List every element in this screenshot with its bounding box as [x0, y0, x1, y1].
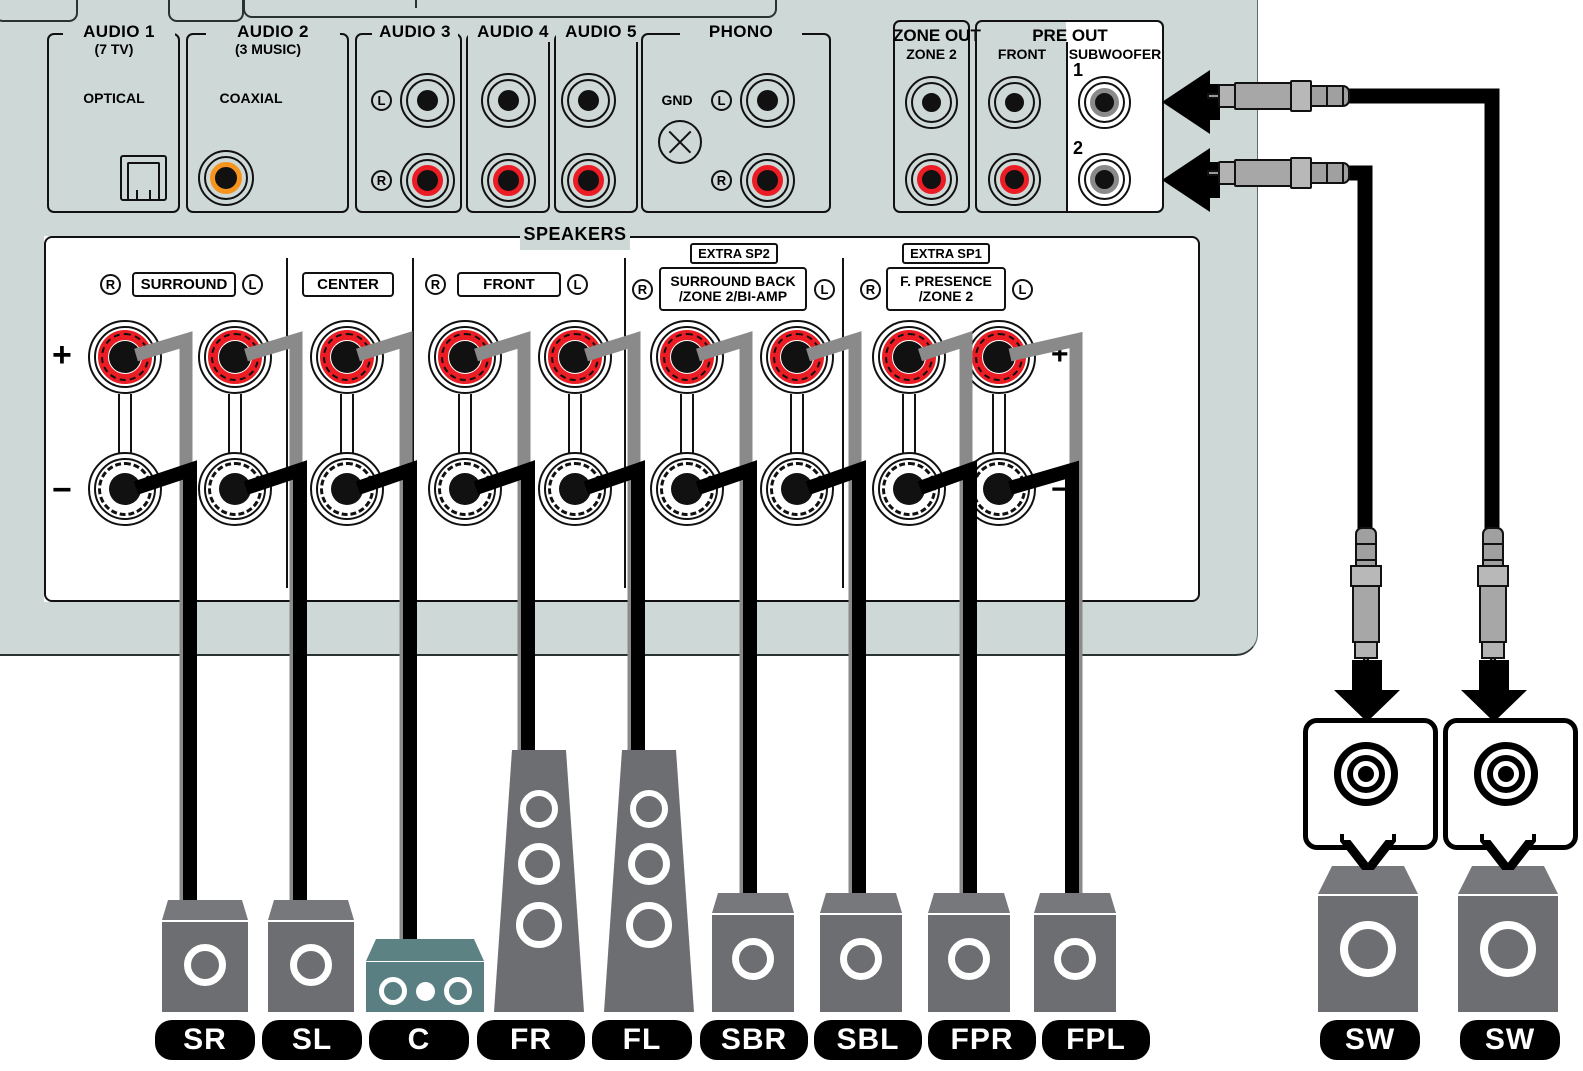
- speaker-tag-fr: FR: [477, 1020, 585, 1060]
- surround-left-label: L: [242, 274, 263, 295]
- pre-out-title: PRE OUT: [1032, 26, 1108, 45]
- zone-out-jack-right[interactable]: [905, 153, 958, 206]
- front-right-label: R: [425, 274, 446, 295]
- audio-1-jack-label: OPTICAL: [83, 90, 145, 106]
- speaker-unit-sbr: [712, 893, 794, 1012]
- subwoofer-unit-right: [1458, 866, 1558, 1012]
- coaxial-jack[interactable]: [198, 150, 254, 206]
- front-left-label: L: [567, 274, 588, 295]
- rca-plug-into-subwoofer-left: [1350, 520, 1382, 670]
- zone-out-subtitle: ZONE 2: [906, 46, 957, 62]
- subwoofer-left-callout-pointer: [1340, 834, 1396, 870]
- subwoofer-tag-right: SW: [1460, 1020, 1560, 1060]
- phono-title: PHONO: [680, 22, 802, 42]
- subwoofer-2-connect-arrow: [1162, 148, 1220, 212]
- audio-1-subtitle: (7 TV): [94, 41, 134, 57]
- terminal-label-surround: SURROUND: [132, 272, 236, 297]
- audio-2-jack-label: COAXIAL: [219, 90, 283, 106]
- rca-plug-into-subwoofer-right: [1477, 520, 1509, 670]
- subwoofer-right-callout-pointer: [1480, 834, 1536, 870]
- speaker-tag-sl: SL: [262, 1020, 362, 1060]
- zone-out-title: ZONE OUT: [893, 26, 981, 45]
- speaker-unit-sbl: [820, 893, 902, 1012]
- speaker-unit-fr: [494, 750, 584, 1012]
- terminal-label-front: FRONT: [457, 272, 561, 297]
- audio-3-jack-left[interactable]: [400, 73, 455, 128]
- subwoofer-cable-routing: [1345, 88, 1500, 530]
- speaker-tag-sbl: SBL: [814, 1020, 922, 1060]
- audio-4-jack-right[interactable]: [481, 153, 536, 208]
- speaker-tag-c: C: [369, 1020, 469, 1060]
- audio-5-jack-left[interactable]: [561, 73, 616, 128]
- speaker-unit-fl: [604, 750, 694, 1012]
- speaker-unit-sr: [162, 900, 248, 1012]
- speaker-tag-sbr: SBR: [700, 1020, 808, 1060]
- speaker-tag-fpl: FPL: [1042, 1020, 1150, 1060]
- panel-top-cutout-1: [0, 0, 78, 22]
- rca-plug-subwoofer-2: [1207, 157, 1357, 189]
- speakers-heading: SPEAKERS: [520, 224, 630, 250]
- surround-back-right-label: R: [632, 279, 653, 300]
- subwoofer-unit-left: [1318, 866, 1418, 1012]
- subwoofer-tag-left: SW: [1320, 1020, 1420, 1060]
- speaker-tag-fl: FL: [592, 1020, 692, 1060]
- optical-port-icon[interactable]: [120, 155, 167, 201]
- audio-3-right-label: R: [371, 170, 392, 191]
- phono-jack-right[interactable]: [740, 153, 795, 208]
- terminal-label-center: CENTER: [302, 272, 394, 297]
- speaker-unit-c: [366, 939, 484, 1012]
- subwoofer-right-down-arrow: [1461, 660, 1527, 722]
- audio-5-title: AUDIO 5: [556, 22, 646, 42]
- speaker-unit-fpl: [1034, 893, 1116, 1012]
- audio-1-title: AUDIO 1: [63, 22, 175, 42]
- front-presence-left-label: L: [1012, 279, 1033, 300]
- audio-3-left-label: L: [371, 90, 392, 111]
- zone-out-jack-left[interactable]: [905, 76, 958, 129]
- extra-sp2-badge: EXTRA SP2: [690, 243, 778, 264]
- extra-sp1-badge: EXTRA SP1: [902, 243, 990, 264]
- front-presence-right-label: R: [860, 279, 881, 300]
- speaker-tag-sr: SR: [155, 1020, 255, 1060]
- subwoofer-2-number: 2: [1072, 138, 1083, 158]
- surround-right-label: R: [100, 274, 121, 295]
- surround-back-left-label: L: [814, 279, 835, 300]
- subwoofer-1-number: 1: [1072, 60, 1083, 80]
- pre-out-front-jack-left[interactable]: [988, 76, 1041, 129]
- subwoofer-right-input-callout: [1443, 718, 1578, 850]
- speaker-tag-fpr: FPR: [928, 1020, 1036, 1060]
- audio-5-jack-right[interactable]: [561, 153, 616, 208]
- pre-out-divider: [1066, 42, 1068, 212]
- phono-jack-left[interactable]: [740, 73, 795, 128]
- gnd-screw-icon[interactable]: [658, 120, 702, 164]
- phono-left-label: L: [711, 90, 732, 111]
- audio-2-title: AUDIO 2: [206, 22, 340, 42]
- panel-top-cutout-3: [243, 0, 777, 18]
- panel-top-cutout-2: [168, 0, 244, 22]
- phono-gnd-label: GND: [661, 92, 693, 108]
- audio-3-title: AUDIO 3: [372, 22, 458, 42]
- speaker-unit-fpr: [928, 893, 1010, 1012]
- panel-top-divider: [415, 0, 417, 8]
- subwoofer-left-input-callout: [1303, 718, 1438, 850]
- phono-right-label: R: [711, 170, 732, 191]
- pre-out-front-jack-right[interactable]: [988, 153, 1041, 206]
- subwoofer-left-down-arrow: [1334, 660, 1400, 722]
- audio-4-jack-left[interactable]: [481, 73, 536, 128]
- speaker-unit-sl: [268, 900, 354, 1012]
- pre-out-front-label: FRONT: [997, 46, 1047, 62]
- rca-plug-subwoofer-1: [1207, 80, 1357, 112]
- audio-2-subtitle: (3 MUSIC): [234, 41, 302, 57]
- audio-4-title: AUDIO 4: [468, 22, 558, 42]
- audio-3-jack-right[interactable]: [400, 153, 455, 208]
